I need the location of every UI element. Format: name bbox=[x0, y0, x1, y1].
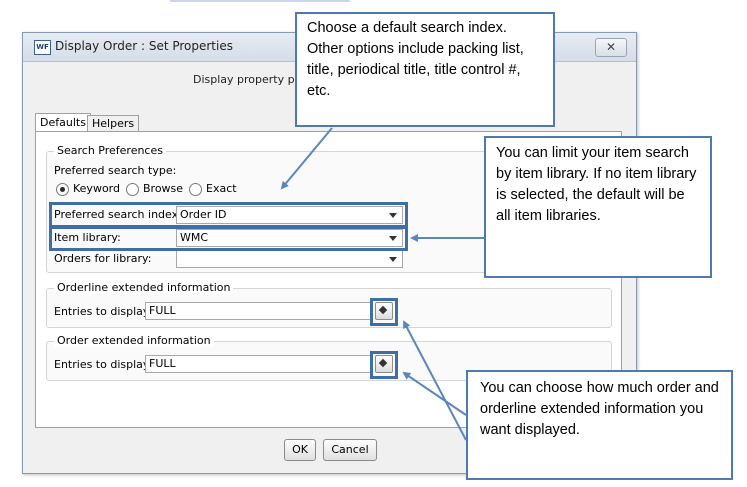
arrow-to-orderline-helper bbox=[403, 320, 467, 441]
callout-extended-info: You can choose how much order and orderl… bbox=[466, 370, 733, 480]
arrow-to-search-index bbox=[280, 127, 333, 190]
callout-item-library: You can limit your item search by item l… bbox=[484, 136, 712, 278]
callout-search-index: Choose a default search index. Other opt… bbox=[295, 12, 555, 127]
